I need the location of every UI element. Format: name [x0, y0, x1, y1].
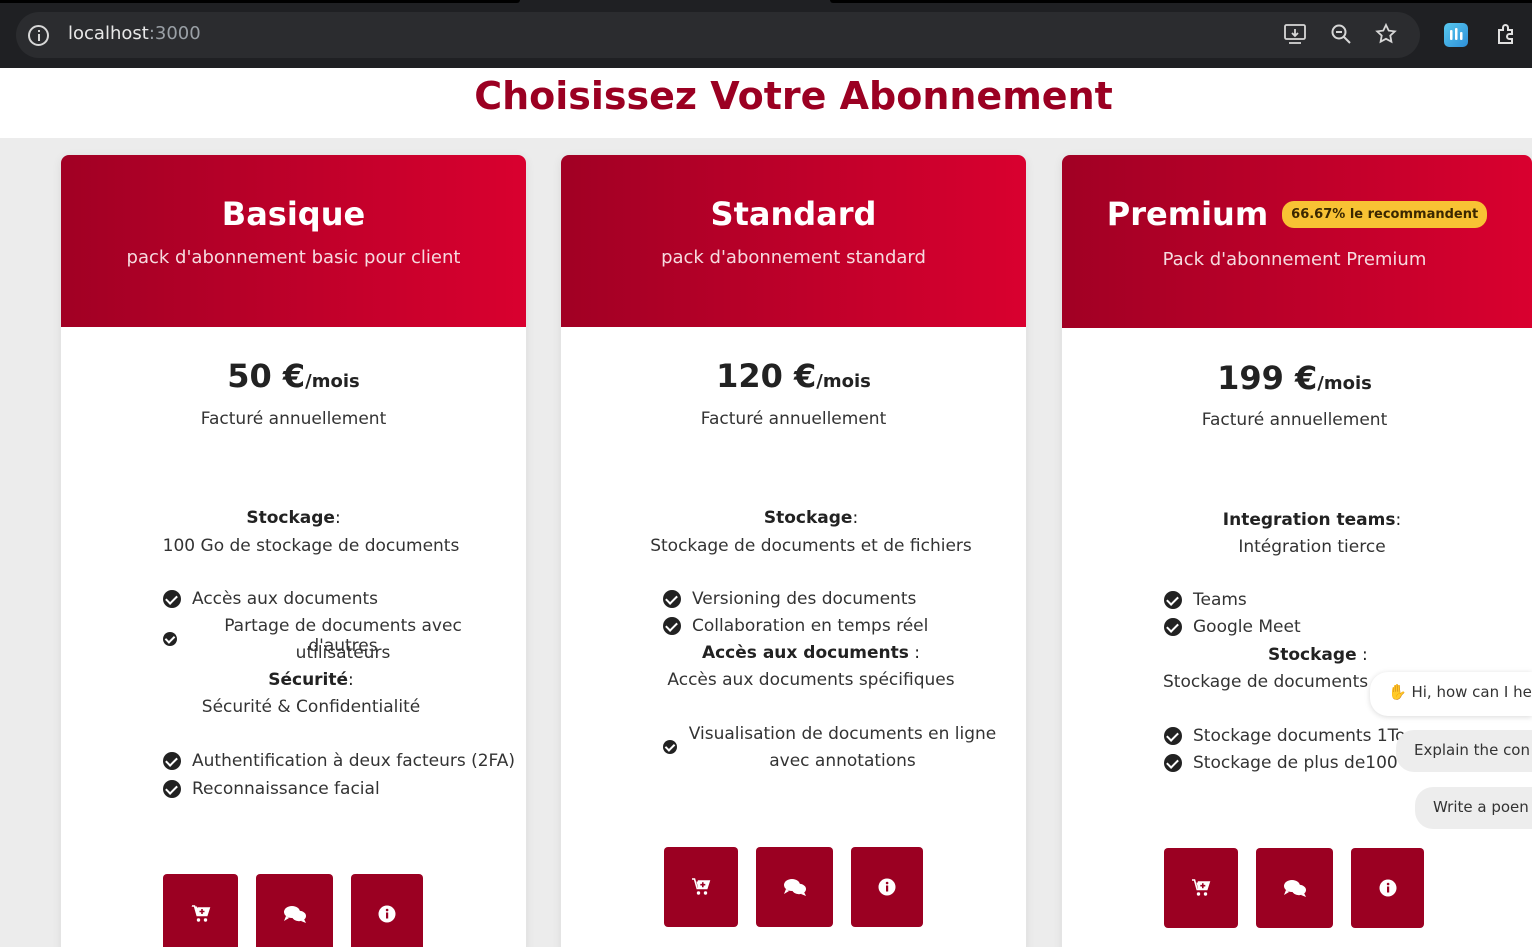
url-host: localhost	[68, 23, 149, 44]
feature-title-acces: Accès aux documents :	[701, 643, 921, 663]
recommend-badge: 66.67% le recommandent	[1282, 200, 1488, 228]
feature-item: avec annotations	[769, 751, 916, 771]
feature-item: Teams	[1193, 590, 1247, 610]
url-text[interactable]: localhost:3000	[68, 23, 201, 44]
plan-name-row: Premium 66.67% le recommandent	[1062, 195, 1532, 233]
check-icon	[163, 590, 181, 608]
cart-button[interactable]	[664, 847, 738, 927]
feature-item: Accès aux documents	[192, 589, 379, 609]
info-icon[interactable]	[28, 25, 49, 46]
feature-item: Visualisation de documents en ligne	[688, 724, 997, 744]
feature-text-integration: Intégration tierce	[1238, 537, 1386, 557]
feature-text-securite: Sécurité & Confidentialité	[201, 697, 421, 717]
feature-item: utilisateurs	[295, 643, 391, 663]
feature-title-stockage: Stockage:	[246, 508, 341, 528]
info-circle-icon	[378, 905, 396, 923]
check-icon	[1164, 727, 1182, 745]
feature-text-stockage: Stockage de documents e	[1163, 672, 1384, 692]
tab-strip-left	[0, 0, 520, 3]
wave-icon: ✋	[1388, 683, 1407, 701]
feature-item: Reconnaissance facial	[192, 779, 380, 799]
plan-header: Basique pack d'abonnement basic pour cli…	[61, 155, 526, 327]
feature-item: Stockage de plus de100 d	[1193, 753, 1414, 773]
billing-note: Facturé annuellement	[700, 409, 887, 429]
check-icon	[163, 752, 181, 770]
plan-card-standard: Standard pack d'abonnement standard 120 …	[561, 155, 1026, 947]
cart-button[interactable]	[163, 874, 238, 947]
price-period: /mois	[816, 371, 871, 392]
info-circle-icon	[878, 878, 896, 896]
plan-description: pack d'abonnement basic pour client	[126, 247, 461, 268]
bookmark-star-icon[interactable]	[1374, 22, 1398, 46]
info-button[interactable]	[851, 847, 923, 927]
browser-toolbar: localhost:3000	[0, 0, 1532, 68]
plan-description: Pack d'abonnement Premium	[1162, 249, 1427, 270]
extensions-puzzle-icon[interactable]	[1495, 22, 1519, 46]
feature-title-securite: Sécurité:	[268, 670, 354, 690]
cart-plus-icon	[190, 905, 210, 922]
check-icon	[663, 617, 681, 635]
check-icon	[163, 780, 181, 798]
feature-text-acces: Accès aux documents spécifiques	[667, 670, 955, 690]
chat-suggestion-2[interactable]: Write a poen	[1415, 787, 1532, 829]
plan-price: 120 €/mois	[561, 357, 1026, 395]
plan-price: 199 €/mois	[1062, 359, 1527, 397]
plan-card-basique: Basique pack d'abonnement basic pour cli…	[61, 155, 526, 947]
price-period: /mois	[1317, 373, 1372, 394]
feature-item: Versioning des documents	[692, 589, 917, 609]
feature-text-stockage: Stockage de documents et de fichiers	[650, 536, 972, 556]
feature-item: Stockage documents 1To	[1193, 726, 1406, 746]
page-title: Choisissez Votre Abonnement	[474, 74, 1113, 118]
chat-greeting-bubble[interactable]: ✋ Hi, how can I he	[1370, 672, 1532, 716]
install-icon[interactable]	[1283, 22, 1307, 46]
page-content: Choisissez Votre Abonnement Basique pack…	[0, 68, 1532, 947]
price-amount: 199 €	[1217, 359, 1318, 397]
feature-title-integration: Integration teams:	[1222, 510, 1402, 530]
chat-suggestion-1[interactable]: Explain the con	[1396, 730, 1532, 772]
plan-header: Premium 66.67% le recommandent Pack d'abo…	[1062, 155, 1532, 328]
cart-button[interactable]	[1164, 848, 1238, 928]
info-button[interactable]	[351, 874, 423, 947]
address-bar[interactable]	[16, 12, 1420, 58]
contact-button[interactable]	[1256, 848, 1333, 928]
feature-text-stockage: 100 Go de stockage de documents	[162, 536, 460, 556]
feature-title-stockage: Stockage:	[763, 508, 859, 528]
chat-greeting-text: Hi, how can I he	[1411, 683, 1532, 701]
check-icon	[163, 632, 177, 646]
info-circle-icon	[1379, 879, 1396, 897]
check-icon	[1164, 618, 1182, 636]
plan-name: Basique	[221, 195, 366, 233]
comments-icon	[1283, 880, 1306, 897]
cart-plus-icon	[692, 878, 711, 895]
plan-description: pack d'abonnement standard	[661, 247, 926, 268]
cart-plus-icon	[1192, 879, 1211, 896]
feature-title-stockage: Stockage :	[1268, 645, 1368, 665]
contact-button[interactable]	[756, 847, 833, 927]
contact-button[interactable]	[256, 874, 333, 947]
feature-item: Authentification à deux facteurs (2FA)	[192, 751, 516, 771]
billing-note: Facturé annuellement	[200, 409, 387, 429]
check-icon	[1164, 754, 1182, 772]
plan-name: Premium	[1106, 195, 1269, 233]
feature-item: Collaboration en temps réel	[692, 616, 929, 636]
comments-icon	[783, 879, 806, 896]
check-icon	[663, 740, 677, 754]
price-amount: 50 €	[227, 357, 306, 395]
plan-header: Standard pack d'abonnement standard	[561, 155, 1026, 327]
price-period: /mois	[305, 371, 360, 392]
check-icon	[663, 590, 681, 608]
plan-name: Standard	[710, 195, 877, 233]
comments-icon	[283, 906, 306, 923]
check-icon	[1164, 591, 1182, 609]
tab-strip-right	[830, 0, 1532, 3]
billing-note: Facturé annuellement	[1201, 410, 1388, 430]
feature-item: Google Meet	[1193, 617, 1301, 637]
plan-price: 50 €/mois	[61, 357, 526, 395]
url-port: :3000	[148, 23, 201, 44]
zoom-icon[interactable]	[1329, 22, 1353, 46]
price-amount: 120 €	[716, 357, 817, 395]
extension-music-icon[interactable]	[1444, 23, 1468, 47]
info-button[interactable]	[1351, 848, 1424, 928]
